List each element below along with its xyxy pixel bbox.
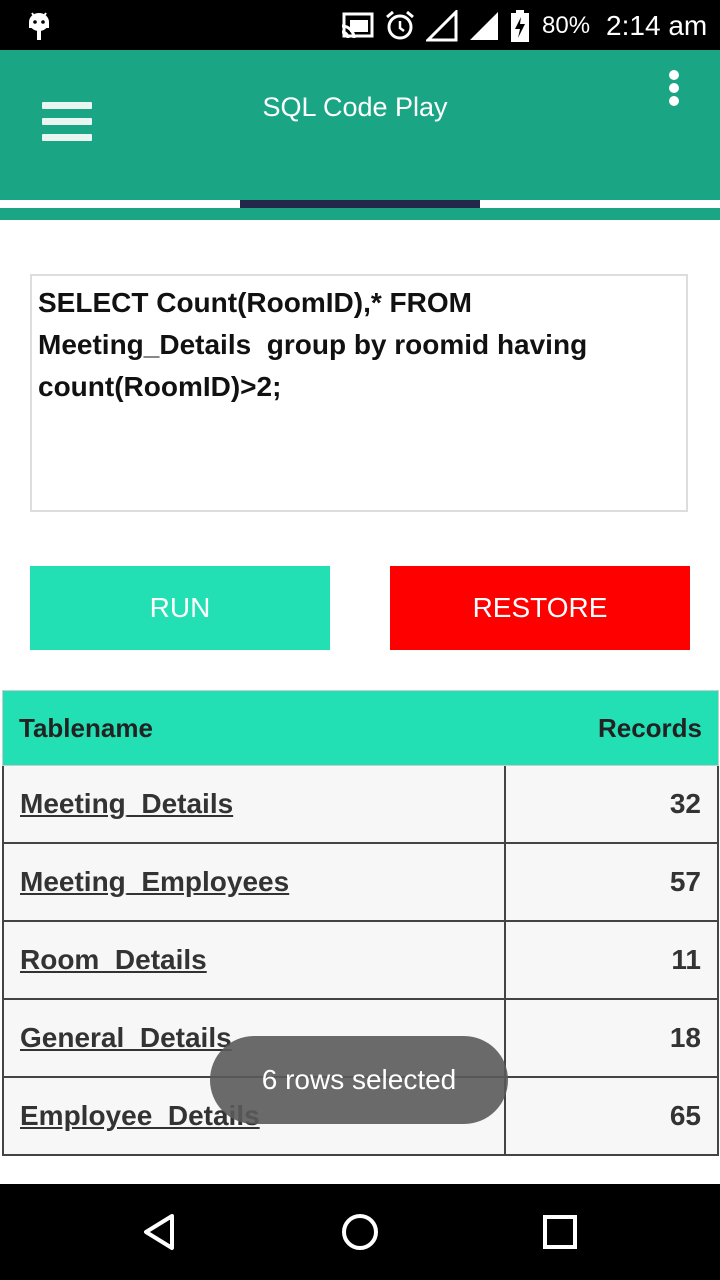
android-icon (29, 12, 49, 40)
alarm-icon (386, 10, 414, 40)
signal-full-icon (470, 12, 498, 40)
record-count: 11 (671, 944, 701, 975)
system-nav-bar (0, 1184, 720, 1280)
table-row: Meeting_Details 32 (2, 766, 719, 844)
tab-indicator-track (0, 200, 720, 220)
run-button[interactable]: RUN (30, 566, 330, 650)
header-tablename: Tablename (19, 712, 153, 743)
header-records: Records (597, 712, 702, 743)
signal-empty-icon (426, 10, 458, 42)
sql-code-editor[interactable]: SELECT Count(RoomID),* FROM Meeting_Deta… (30, 274, 688, 512)
app-bar: SQL Code Play DESCRIPTION CODE OUTPUT (0, 50, 720, 244)
toast-message: 6 rows selected (210, 1036, 508, 1124)
record-count: 18 (669, 1022, 701, 1053)
table-row: Meeting_Employees 57 (2, 844, 719, 922)
table-header: Tablename Records (2, 690, 719, 766)
table-name-link[interactable]: Meeting_Details (4, 766, 506, 842)
more-options-icon[interactable] (666, 70, 682, 106)
record-count: 57 (669, 866, 701, 897)
back-icon[interactable] (136, 1208, 184, 1256)
clock: 2:14 am (606, 10, 708, 41)
record-count: 32 (669, 788, 701, 819)
table-name-link[interactable]: Meeting_Employees (4, 844, 506, 920)
recents-icon[interactable] (536, 1208, 584, 1256)
table-name-link[interactable]: Room_Details (4, 922, 506, 998)
battery-charging-icon (511, 10, 529, 42)
record-count: 65 (669, 1100, 701, 1131)
home-icon[interactable] (336, 1208, 384, 1256)
status-bar: 80% 2:14 am (0, 0, 720, 50)
page-title: SQL Code Play (262, 92, 448, 122)
cast-icon (341, 12, 374, 39)
battery-percent: 80% (542, 12, 591, 39)
table-row: Room_Details 11 (2, 922, 719, 1000)
active-tab-indicator (240, 200, 480, 208)
restore-button[interactable]: RESTORE (390, 566, 690, 650)
